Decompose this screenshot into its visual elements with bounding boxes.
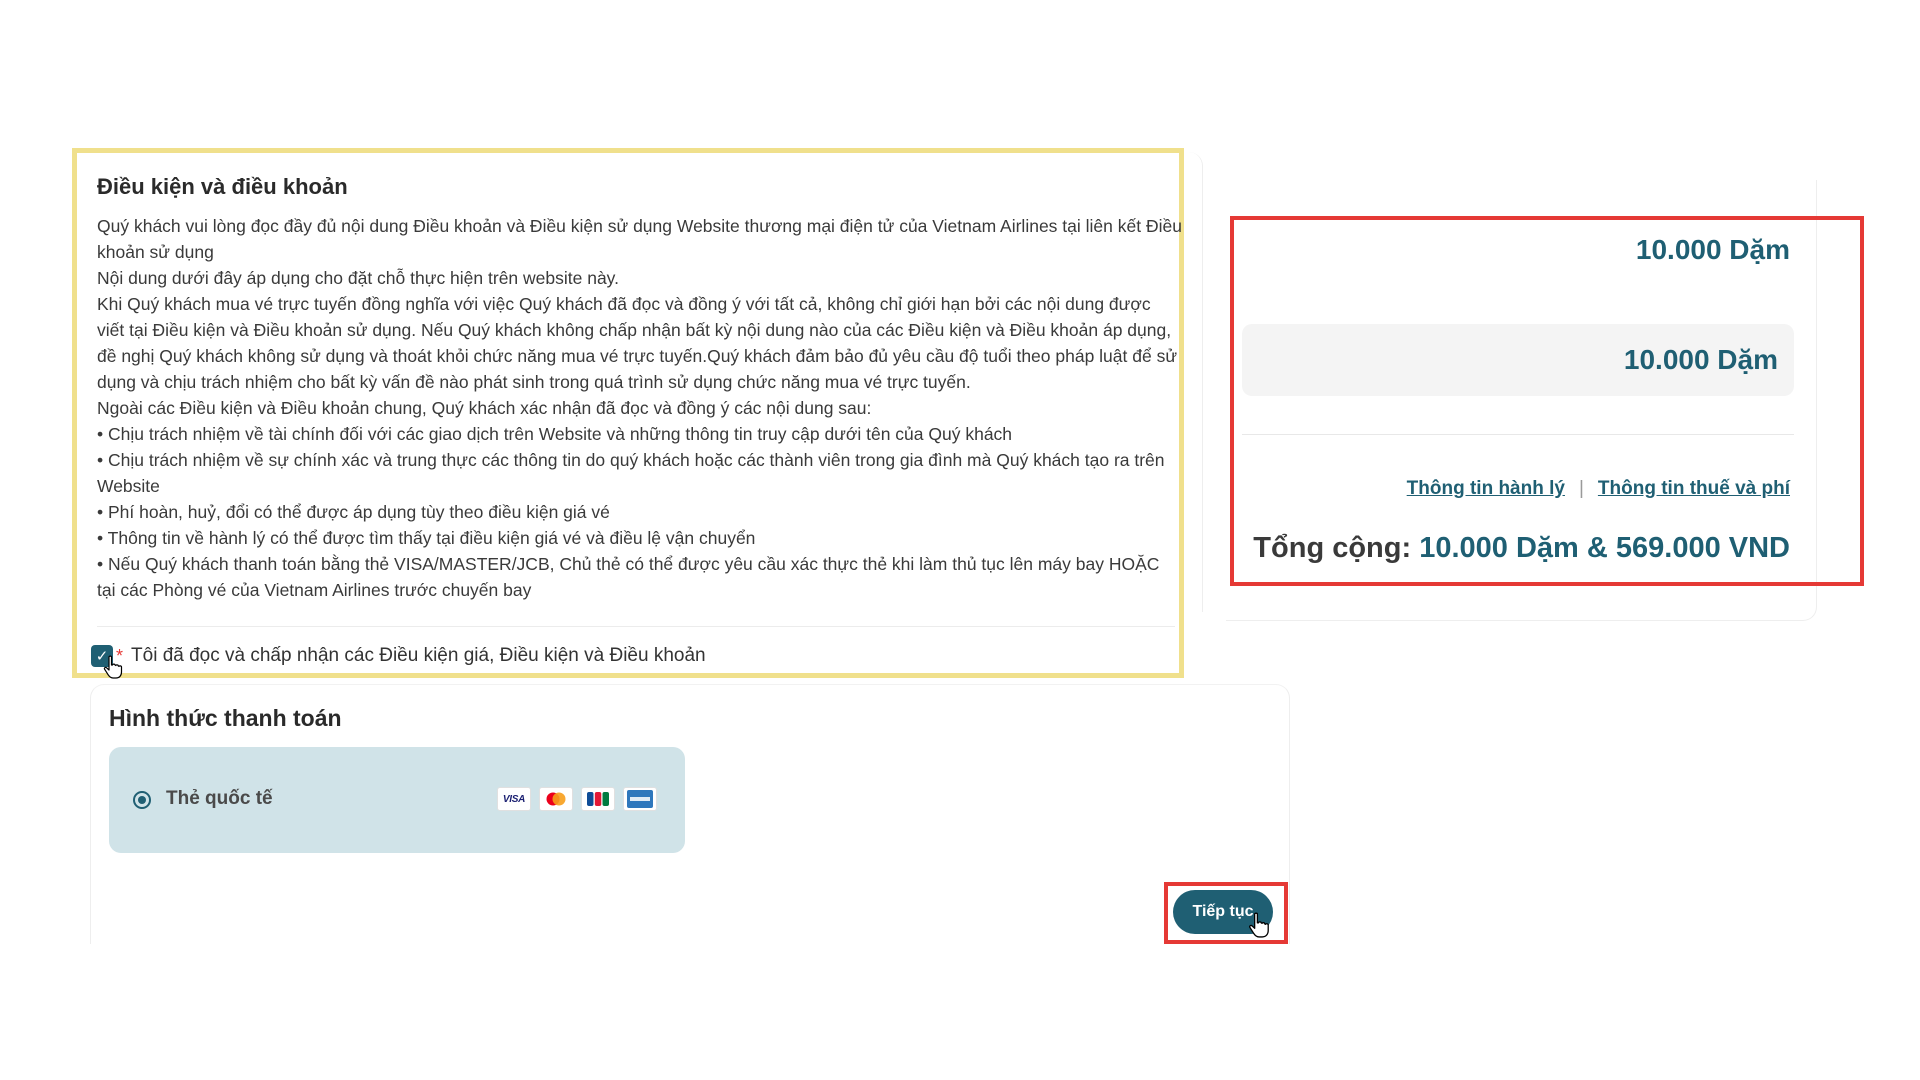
tax-fee-info-link[interactable]: Thông tin thuế và phí [1598, 478, 1790, 500]
total-label: Tổng cộng: [1253, 532, 1412, 564]
payment-option-label: Thẻ quốc tế [166, 788, 273, 809]
terms-paragraph: Quý khách vui lòng đọc đầy đủ nội dung Đ… [97, 216, 1182, 262]
agree-checkbox[interactable]: ✓ [91, 645, 123, 679]
jcb-logo-icon [581, 787, 615, 811]
price-summary: 10.000 Dặm 10.000 Dặm Thông tin hành lý … [1230, 216, 1864, 586]
hand-cursor-icon [103, 655, 123, 679]
terms-bullet: • Chịu trách nhiệm về sự chính xác và tr… [97, 450, 1165, 496]
payment-title: Hình thức thanh toán [109, 705, 342, 731]
total-value: 10.000 Dặm & 569.000 VND [1419, 532, 1790, 564]
card-logos: VISA [497, 787, 657, 811]
link-separator: | [1578, 478, 1584, 499]
payment-panel: Hình thức thanh toán Thẻ quốc tế VISA [90, 684, 1290, 944]
payment-option-international-card[interactable]: Thẻ quốc tế VISA [109, 747, 685, 853]
jcb-stripes [587, 792, 609, 806]
fare-miles: 10.000 Dặm [1635, 234, 1790, 265]
terms-body: Quý khách vui lòng đọc đầy đủ nội dung Đ… [97, 213, 1182, 603]
subtotal-miles: 10.000 Dặm [1623, 344, 1778, 375]
mastercard-circles [546, 792, 566, 806]
terms-bullet: • Chịu trách nhiệm về tài chính đối với … [97, 424, 1013, 444]
summary-divider [1242, 434, 1794, 435]
terms-panel: Điều kiện và điều khoản Quý khách vui lò… [72, 148, 1184, 679]
total-row: Tổng cộng: 10.000 Dặm & 569.000 VND [1253, 532, 1790, 565]
terms-divider [97, 626, 1175, 627]
terms-panel-edge [1186, 152, 1203, 612]
terms-paragraph: Ngoài các Điều kiện và Điều khoản chung,… [97, 398, 872, 418]
radio-selected-dot [138, 796, 146, 804]
payment-radio[interactable] [133, 791, 151, 809]
subtotal-row: 10.000 Dặm [1242, 324, 1794, 396]
terms-bullet: • Nếu Quý khách thanh toán bằng thẻ VISA… [97, 554, 1160, 600]
baggage-info-link[interactable]: Thông tin hành lý [1407, 478, 1565, 500]
agree-label: Tôi đã đọc và chấp nhận các Điều kiện gi… [131, 645, 706, 666]
terms-title: Điều kiện và điều khoản [97, 174, 348, 199]
amex-badge [627, 790, 653, 808]
terms-bullet: • Phí hoàn, huỷ, đổi có thể được áp dụng… [97, 502, 610, 522]
visa-logo-icon: VISA [497, 787, 531, 811]
amex-logo-icon [623, 787, 657, 811]
terms-paragraph: Khi Quý khách mua vé trực tuyến đồng ngh… [97, 294, 1178, 392]
agree-row: ✓ * Tôi đã đọc và chấp nhận các Điều kiệ… [91, 641, 706, 679]
visa-logo-text: VISA [502, 793, 526, 805]
terms-bullet: • Thông tin về hành lý có thể được tìm t… [97, 528, 756, 548]
hand-cursor-icon [1249, 912, 1269, 938]
mastercard-logo-icon [539, 787, 573, 811]
info-links: Thông tin hành lý | Thông tin thuế và ph… [1407, 478, 1790, 500]
terms-paragraph: Nội dung dưới đây áp dụng cho đặt chỗ th… [97, 268, 619, 288]
